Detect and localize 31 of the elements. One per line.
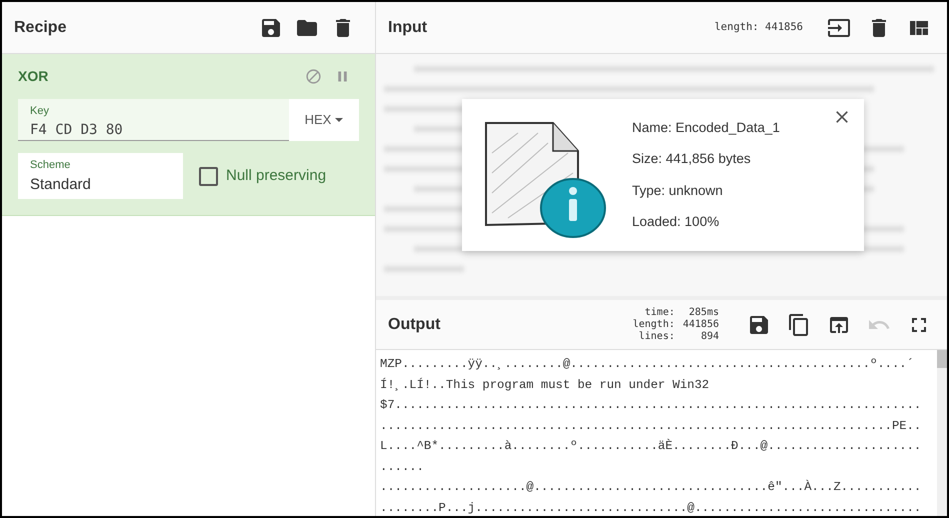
file-detail: Type: unknown bbox=[632, 182, 724, 200]
output-line: ......................................................................PE.. bbox=[380, 418, 922, 434]
output-line: ...... bbox=[380, 458, 425, 476]
output-line: MZP.........ÿÿ..¸........@.........................................º....´ bbox=[380, 356, 915, 373]
stat-label: time: bbox=[644, 306, 675, 318]
output-line: ....................@................................ê"...À...Z........... bbox=[380, 478, 922, 496]
output-line: Í!¸.LÍ!..This program must be run under Win32 bbox=[380, 376, 710, 394]
scheme-field[interactable]: Scheme Standard bbox=[18, 153, 183, 199]
checkbox-label: Null preserving bbox=[226, 166, 326, 186]
stat-label: length: bbox=[632, 318, 675, 330]
stat-label: lines: bbox=[638, 330, 675, 342]
length-label: length: 441856 bbox=[714, 20, 803, 35]
output-line: L....^B*.........à........º...........äÈ........Ð...@..................... bbox=[380, 438, 922, 455]
panel-title: Recipe bbox=[14, 18, 66, 38]
format-dropdown[interactable]: HEX bbox=[289, 99, 359, 141]
checkbox[interactable] bbox=[199, 166, 218, 186]
output-line: ........P...j.............................@............................... bbox=[380, 500, 922, 516]
file-detail: Size: 441,856 bytes bbox=[632, 150, 752, 168]
output-line: $7........................................................................ bbox=[380, 397, 922, 414]
stat-value: 441856 bbox=[682, 318, 719, 330]
scrollbar[interactable] bbox=[937, 350, 947, 516]
stat-value: 894 bbox=[700, 330, 719, 342]
key-field[interactable]: Key F4 CD D3 80 bbox=[18, 99, 289, 141]
panel-title: Output bbox=[388, 314, 440, 334]
panel-title: Input bbox=[388, 18, 428, 38]
file-detail: Name: Encoded_Data_1 bbox=[632, 119, 780, 137]
file-detail: Loaded: 100% bbox=[632, 212, 720, 231]
stat-value: 285ms bbox=[688, 306, 719, 318]
copy-icon[interactable] bbox=[787, 312, 811, 336]
caret-icon bbox=[335, 118, 344, 122]
operation-name: XOR bbox=[18, 67, 48, 86]
